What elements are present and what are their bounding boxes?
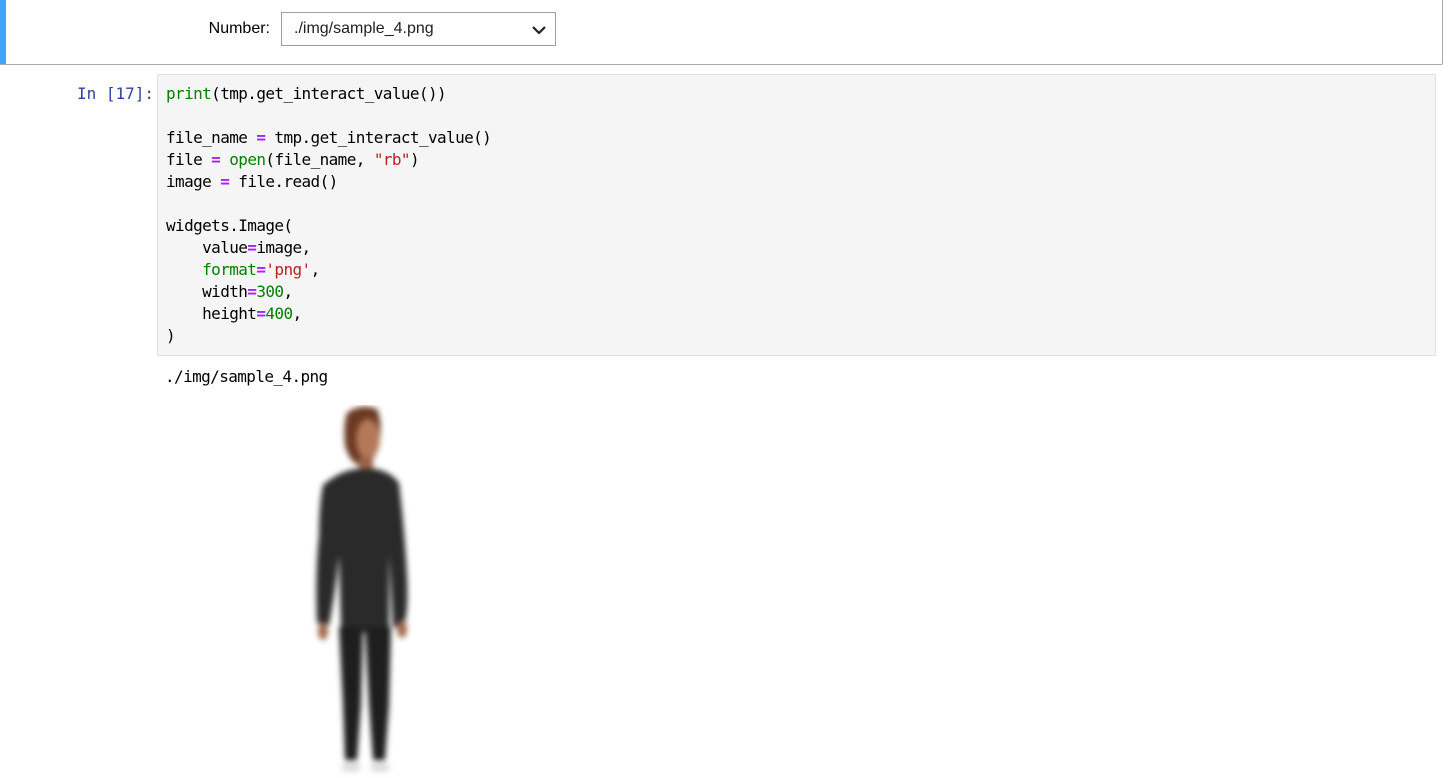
code-line: ) xyxy=(166,326,176,345)
number-dropdown[interactable]: ./img/sample_4.png xyxy=(281,12,556,46)
widget-output-cell[interactable]: Number: ./img/sample_4.png xyxy=(0,0,1443,65)
dropdown-label: Number: xyxy=(208,20,270,37)
code-token: 'png' xyxy=(265,260,311,279)
code-token: format xyxy=(202,260,257,279)
code-token: = xyxy=(211,150,221,169)
code-token: open xyxy=(229,150,266,169)
printed-output: ./img/sample_4.png xyxy=(165,367,328,386)
code-token: ) xyxy=(409,150,420,169)
code-line: value=image, xyxy=(166,238,311,257)
code-line: widgets.Image( xyxy=(166,216,293,235)
code-line: width=300, xyxy=(166,282,293,301)
code-text: print(tmp.get_interact_value()) file_nam… xyxy=(166,83,492,347)
code-token: = xyxy=(247,238,257,257)
code-token: tmp.get_interact_value() xyxy=(265,128,492,147)
code-line: format='png', xyxy=(166,260,320,279)
code-token: height xyxy=(166,304,257,323)
code-token: 400 xyxy=(265,304,293,323)
input-prompt: In [17]: xyxy=(77,84,155,103)
code-token: , xyxy=(292,304,303,323)
chevron-down-icon xyxy=(532,26,546,35)
code-line: print(tmp.get_interact_value()) xyxy=(166,84,447,103)
dropdown-selected-value: ./img/sample_4.png xyxy=(294,20,434,37)
selected-cell-indicator xyxy=(0,0,6,64)
code-token: 300 xyxy=(256,282,284,301)
notebook-page: Number: ./img/sample_4.png In [17]: prin… xyxy=(0,0,1452,778)
person-photo-icon xyxy=(316,406,408,772)
code-line: height=400, xyxy=(166,304,302,323)
code-token: ) xyxy=(166,326,176,345)
code-token: = xyxy=(220,172,230,191)
code-token: , xyxy=(283,282,293,301)
code-token: , xyxy=(310,260,321,279)
code-line: image = file.read() xyxy=(166,172,338,191)
code-token: (file_name, xyxy=(265,150,374,169)
code-token: (tmp.get_interact_value()) xyxy=(211,84,447,103)
code-line: file = open(file_name, "rb") xyxy=(166,150,420,169)
code-token: value xyxy=(166,238,248,257)
image-output xyxy=(265,405,555,778)
code-token: width xyxy=(166,282,248,301)
dropdown-widget: Number: ./img/sample_4.png xyxy=(205,12,556,46)
code-token: print xyxy=(166,84,212,103)
code-token: "rb" xyxy=(373,150,411,169)
code-line: file_name = tmp.get_interact_value() xyxy=(166,128,492,147)
code-editor[interactable]: print(tmp.get_interact_value()) file_nam… xyxy=(157,74,1436,356)
code-token: image xyxy=(166,172,221,191)
code-token: file.read() xyxy=(229,172,338,191)
code-token: image, xyxy=(256,238,311,257)
code-token: file_name xyxy=(166,128,257,147)
code-token: = xyxy=(247,282,257,301)
code-token: file xyxy=(166,150,212,169)
code-token: widgets.Image( xyxy=(166,216,293,235)
